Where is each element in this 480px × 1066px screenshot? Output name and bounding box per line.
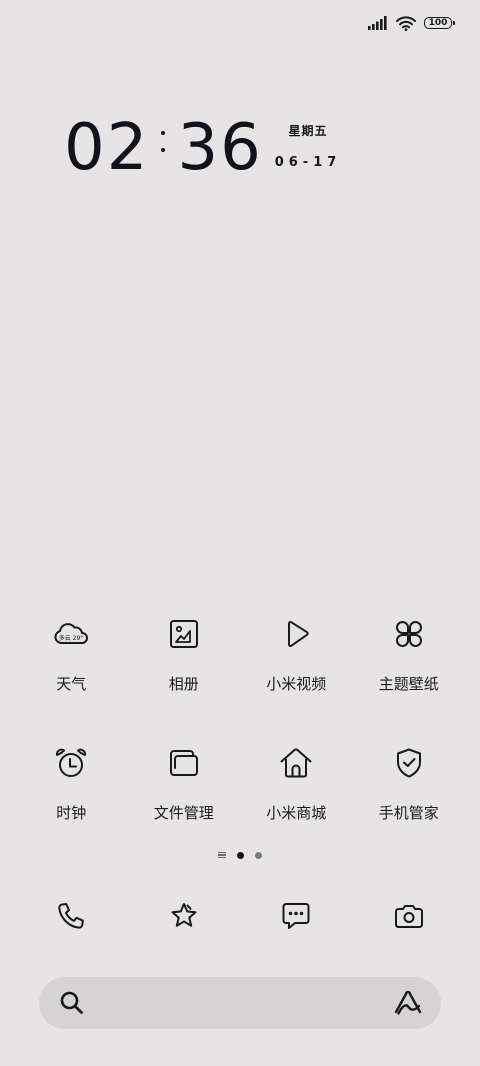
folder-icon — [169, 750, 198, 776]
app-weather[interactable]: 多云 29° 天气 — [15, 606, 128, 735]
alarm-clock-icon — [56, 748, 87, 777]
app-themes[interactable]: 主题壁纸 — [353, 606, 466, 735]
battery-level: 100 — [428, 17, 448, 28]
star-icon — [171, 903, 197, 927]
status-bar: 100 — [368, 13, 455, 33]
phone-icon — [58, 903, 85, 929]
play-icon — [288, 621, 309, 647]
clock-minutes: 36 — [177, 111, 263, 185]
app-label-file-manager: 文件管理 — [153, 804, 214, 822]
signal-icon — [368, 16, 387, 30]
app-label-weather: 天气 — [56, 675, 87, 693]
app-gallery[interactable]: 相册 — [128, 606, 241, 735]
dock-camera[interactable] — [353, 888, 466, 944]
shield-check-icon — [396, 748, 421, 778]
clock-separator — [149, 108, 177, 188]
clover-icon — [395, 621, 422, 647]
weather-text: 多云 29° — [59, 634, 84, 642]
app-label-mi-video: 小米视频 — [266, 675, 327, 693]
gallery-icon — [169, 620, 198, 648]
app-grid: 多云 29° 天气 相册 小米视频 主题壁纸 时钟 文件管理 小米商城 手机管家 — [15, 606, 465, 864]
date-widget[interactable]: 星期五 06-17 — [270, 122, 346, 172]
clock-widget[interactable]: 02 36 — [64, 108, 263, 188]
message-icon — [282, 903, 310, 929]
camera-icon — [394, 905, 423, 928]
app-clock[interactable]: 时钟 — [15, 735, 128, 864]
assistant-icon[interactable] — [393, 989, 423, 1017]
page-dot-2[interactable] — [255, 851, 262, 859]
app-security[interactable]: 手机管家 — [353, 735, 466, 864]
app-label-clock: 时钟 — [56, 804, 87, 822]
wifi-icon — [396, 15, 416, 31]
app-mi-store[interactable]: 小米商城 — [240, 735, 353, 864]
app-drawer-list-icon[interactable] — [218, 851, 226, 859]
app-label-mi-store: 小米商城 — [266, 804, 327, 822]
app-file-manager[interactable]: 文件管理 — [128, 735, 241, 864]
app-mi-video[interactable]: 小米视频 — [240, 606, 353, 735]
app-label-security: 手机管家 — [378, 804, 439, 822]
page-dot-1[interactable] — [237, 851, 244, 859]
app-label-themes: 主题壁纸 — [378, 675, 439, 693]
weather-cloud-icon: 多云 29° — [54, 623, 89, 644]
dock — [15, 888, 465, 944]
search-icon[interactable] — [59, 990, 85, 1016]
clock-hours: 02 — [64, 111, 150, 185]
dock-phone[interactable] — [15, 888, 128, 944]
app-label-gallery: 相册 — [168, 675, 199, 693]
page-indicator[interactable] — [0, 848, 480, 862]
search-bar[interactable] — [39, 977, 441, 1029]
home-icon — [280, 748, 312, 778]
dock-messages[interactable] — [240, 888, 353, 944]
dock-app-store[interactable] — [128, 888, 241, 944]
weekday-label: 星期五 — [288, 124, 328, 138]
date-label: 06-17 — [274, 155, 342, 170]
battery-icon: 100 — [424, 17, 455, 29]
